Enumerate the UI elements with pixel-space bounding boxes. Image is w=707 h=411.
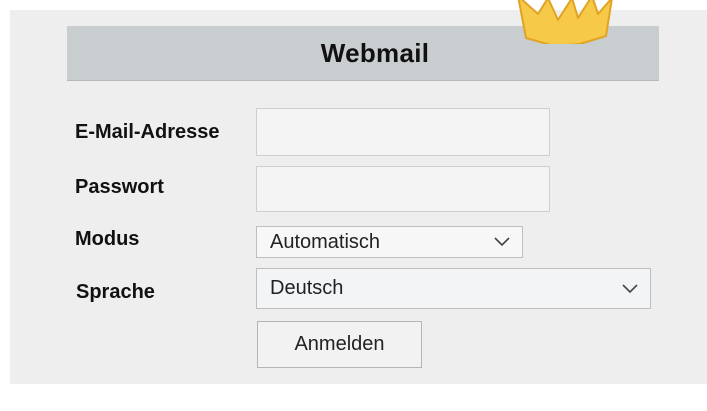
email-label: E-Mail-Adresse [75,121,220,143]
mode-select-value: Automatisch [270,231,381,253]
language-select[interactable]: Deutsch [256,268,651,309]
starburst-icon [510,0,620,44]
mode-select[interactable]: Automatisch [256,226,523,258]
page: Webmail E-Mail-Adresse Passwort Modus Au… [0,0,707,411]
language-select-value: Deutsch [270,277,344,299]
language-label: Sprache [76,281,155,303]
mode-label: Modus [75,228,140,250]
login-panel: Webmail E-Mail-Adresse Passwort Modus Au… [10,10,707,384]
password-field[interactable] [256,166,550,212]
password-label: Passwort [75,176,164,198]
chevron-down-icon [622,284,638,294]
login-button[interactable]: Anmelden [257,321,422,368]
chevron-down-icon [494,237,510,247]
email-field[interactable] [256,108,550,156]
